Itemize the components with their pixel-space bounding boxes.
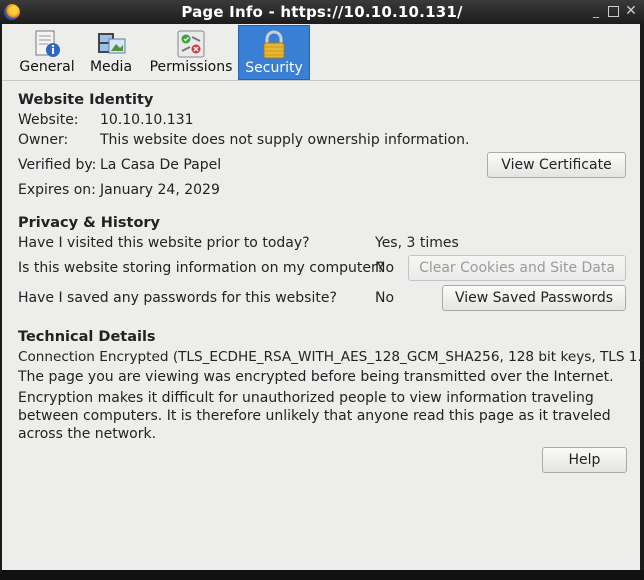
tab-security-label: Security (245, 60, 303, 76)
page-info-window: General Media Permissions Security Websi… (2, 24, 644, 570)
clear-cookies-button[interactable]: Clear Cookies and Site Data (408, 255, 626, 281)
verified-by-value: La Casa De Papel (100, 157, 222, 173)
website-label: Website: (18, 112, 79, 128)
tab-media-label: Media (89, 59, 133, 75)
tab-security[interactable]: Security (238, 25, 310, 80)
desktop-background (0, 570, 644, 580)
technical-details-heading: Technical Details (18, 329, 156, 345)
tab-general-label: General (19, 59, 75, 75)
padlock-icon (263, 30, 285, 59)
privacy-history-heading: Privacy & History (18, 215, 161, 231)
owner-label: Owner: (18, 132, 69, 148)
expires-label: Expires on: (18, 182, 96, 198)
passwords-answer: No (375, 290, 395, 306)
info-document-icon (35, 30, 60, 57)
encryption-explanation-text: Encryption makes it difficult for unauth… (18, 390, 611, 442)
verified-by-label: Verified by: (18, 157, 97, 173)
tab-permissions[interactable]: Permissions (146, 25, 236, 79)
passwords-question: Have I saved any passwords for this webs… (18, 290, 337, 306)
maximize-button[interactable] (608, 6, 619, 17)
owner-value: This website does not supply ownership i… (100, 132, 470, 148)
storing-answer: No (375, 260, 395, 276)
visited-question: Have I visited this website prior to tod… (18, 235, 310, 251)
permissions-icon (177, 30, 205, 58)
window-title: Page Info - https://10.10.10.131/ (181, 3, 463, 21)
connection-encrypted-text: Connection Encrypted (TLS_ECDHE_RSA_WITH… (18, 349, 644, 365)
view-saved-passwords-button[interactable]: View Saved Passwords (442, 285, 626, 311)
website-identity-heading: Website Identity (18, 92, 154, 108)
encrypted-transmission-text: The page you are viewing was encrypted b… (18, 369, 614, 385)
minimize-button[interactable]: _ (590, 5, 602, 17)
title-bar: Page Info - https://10.10.10.131/ _ ✕ (0, 0, 644, 24)
tab-media[interactable]: Media (86, 25, 136, 79)
media-film-icon (98, 33, 126, 54)
website-value: 10.10.10.131 (100, 112, 194, 128)
storing-question: Is this website storing information on m… (18, 260, 385, 276)
tab-permissions-label: Permissions (149, 59, 233, 75)
tab-toolbar: General Media Permissions Security (2, 24, 640, 81)
expires-value: January 24, 2029 (100, 182, 220, 198)
visited-answer: Yes, 3 times (375, 235, 459, 251)
close-button[interactable]: ✕ (625, 4, 637, 18)
tab-general[interactable]: General (16, 25, 78, 79)
view-certificate-button[interactable]: View Certificate (487, 152, 626, 178)
help-button[interactable]: Help (542, 447, 627, 473)
